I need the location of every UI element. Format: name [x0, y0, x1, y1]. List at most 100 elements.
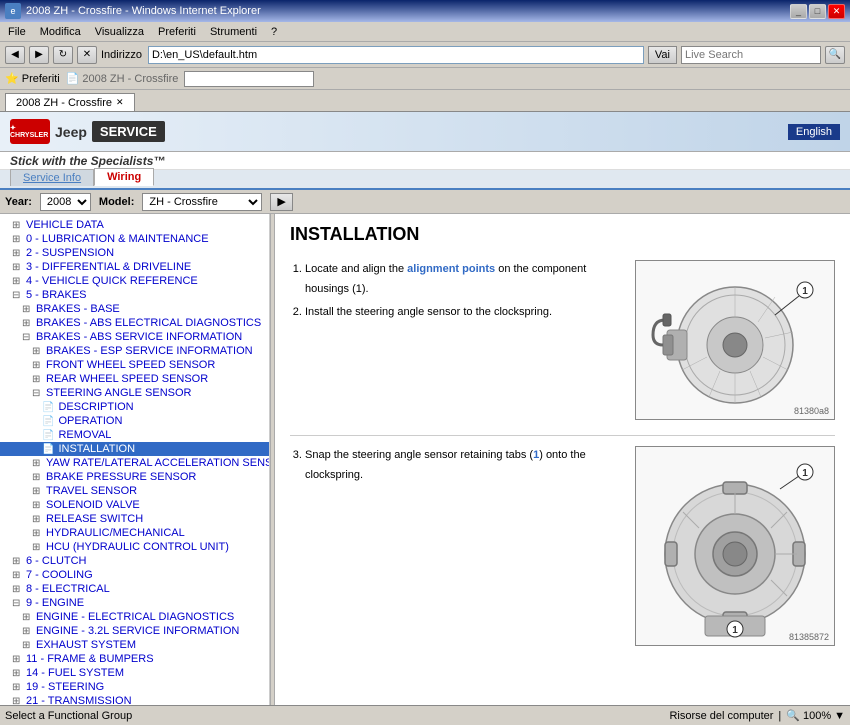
- sidebar-item-operation[interactable]: 📄 OPERATION: [0, 414, 269, 428]
- sidebar-link[interactable]: FRONT WHEEL SPEED SENSOR: [46, 359, 215, 371]
- year-select[interactable]: 2008: [40, 193, 91, 211]
- sidebar-item-description[interactable]: 📄 DESCRIPTION: [0, 400, 269, 414]
- sidebar-item-fuel[interactable]: ⊞ 14 - FUEL SYSTEM: [0, 666, 269, 680]
- sidebar-item-frame[interactable]: ⊞ 11 - FRAME & BUMPERS: [0, 652, 269, 666]
- sidebar-item-removal[interactable]: 📄 REMOVAL: [0, 428, 269, 442]
- menu-modifica[interactable]: Modifica: [37, 25, 84, 39]
- sidebar-item-engine-elec[interactable]: ⊞ ENGINE - ELECTRICAL DIAGNOSTICS: [0, 610, 269, 624]
- sidebar-link[interactable]: 3 - DIFFERENTIAL & DRIVELINE: [26, 261, 191, 273]
- menu-preferiti[interactable]: Preferiti: [155, 25, 199, 39]
- menu-strumenti[interactable]: Strumenti: [207, 25, 260, 39]
- zoom-indicator[interactable]: 🔍 100% ▼: [786, 709, 845, 722]
- sidebar-item-quick-ref[interactable]: ⊞ 4 - VEHICLE QUICK REFERENCE: [0, 274, 269, 288]
- sidebar-item-brakes-base[interactable]: ⊞ BRAKES - BASE: [0, 302, 269, 316]
- sidebar-link[interactable]: 8 - ELECTRICAL: [26, 583, 110, 595]
- sidebar-item-yaw-rate[interactable]: ⊞ YAW RATE/LATERAL ACCELERATION SENSOR: [0, 456, 269, 470]
- sidebar-item-suspension[interactable]: ⊞ 2 - SUSPENSION: [0, 246, 269, 260]
- expand-icon: ⊞: [12, 556, 22, 567]
- sidebar-link[interactable]: ENGINE - ELECTRICAL DIAGNOSTICS: [36, 611, 234, 623]
- sidebar-link[interactable]: ENGINE - 3.2L SERVICE INFORMATION: [36, 625, 239, 637]
- sidebar-link[interactable]: OPERATION: [58, 415, 122, 427]
- sidebar-link[interactable]: 6 - CLUTCH: [26, 555, 87, 567]
- sidebar-item-steering[interactable]: ⊞ 19 - STEERING: [0, 680, 269, 694]
- sidebar-link[interactable]: 4 - VEHICLE QUICK REFERENCE: [26, 275, 198, 287]
- model-select[interactable]: ZH - Crossfire: [142, 193, 262, 211]
- sidebar-item-solenoid[interactable]: ⊞ SOLENOID VALVE: [0, 498, 269, 512]
- back-button[interactable]: ◀: [5, 46, 25, 64]
- sidebar-link[interactable]: 19 - STEERING: [26, 681, 104, 693]
- search-button[interactable]: 🔍: [825, 46, 845, 64]
- sidebar-link[interactable]: BRAKE PRESSURE SENSOR: [46, 471, 196, 483]
- sidebar-link[interactable]: 5 - BRAKES: [26, 289, 87, 301]
- sidebar-item-travel-sensor[interactable]: ⊞ TRAVEL SENSOR: [0, 484, 269, 498]
- sidebar[interactable]: ⊞ VEHICLE DATA ⊞ 0 - LUBRICATION & MAINT…: [0, 214, 270, 705]
- address-input[interactable]: [148, 46, 644, 64]
- sidebar-link[interactable]: 0 - LUBRICATION & MAINTENANCE: [26, 233, 209, 245]
- sidebar-item-engine-3-2l[interactable]: ⊞ ENGINE - 3.2L SERVICE INFORMATION: [0, 624, 269, 638]
- sidebar-item-rear-wheel[interactable]: ⊞ REAR WHEEL SPEED SENSOR: [0, 372, 269, 386]
- sidebar-link[interactable]: TRAVEL SENSOR: [46, 485, 137, 497]
- search-input[interactable]: [681, 46, 821, 64]
- sidebar-link[interactable]: 7 - COOLING: [26, 569, 93, 581]
- sidebar-item-front-wheel[interactable]: ⊞ FRONT WHEEL SPEED SENSOR: [0, 358, 269, 372]
- sidebar-link[interactable]: HYDRAULIC/MECHANICAL: [46, 527, 185, 539]
- fav-link[interactable]: 📄 2008 ZH - Crossfire: [66, 72, 179, 85]
- go-button[interactable]: Vai: [648, 46, 677, 64]
- maximize-button[interactable]: □: [809, 4, 826, 19]
- sidebar-link[interactable]: 21 - TRANSMISSION: [26, 695, 132, 705]
- tab-service-info[interactable]: Service Info: [10, 169, 94, 186]
- sidebar-link[interactable]: 9 - ENGINE: [26, 597, 84, 609]
- menu-help[interactable]: ?: [268, 25, 280, 39]
- sidebar-item-exhaust[interactable]: ⊞ EXHAUST SYSTEM: [0, 638, 269, 652]
- sidebar-link[interactable]: BRAKES - ESP SERVICE INFORMATION: [46, 345, 253, 357]
- tab-wiring[interactable]: Wiring: [94, 168, 154, 186]
- sidebar-item-differential[interactable]: ⊞ 3 - DIFFERENTIAL & DRIVELINE: [0, 260, 269, 274]
- minimize-button[interactable]: _: [790, 4, 807, 19]
- sidebar-link[interactable]: REAR WHEEL SPEED SENSOR: [46, 373, 208, 385]
- sidebar-item-brakes[interactable]: ⊟ 5 - BRAKES: [0, 288, 269, 302]
- sidebar-link[interactable]: 14 - FUEL SYSTEM: [26, 667, 124, 679]
- english-button[interactable]: English: [788, 124, 840, 140]
- sidebar-link[interactable]: REMOVAL: [58, 429, 111, 441]
- sidebar-link[interactable]: BRAKES - ABS ELECTRICAL DIAGNOSTICS: [36, 317, 261, 329]
- menu-file[interactable]: File: [5, 25, 29, 39]
- tab-close-icon[interactable]: ✕: [116, 97, 124, 108]
- fav-search[interactable]: [184, 71, 314, 87]
- sidebar-link[interactable]: RELEASE SWITCH: [46, 513, 143, 525]
- sidebar-item-engine[interactable]: ⊟ 9 - ENGINE: [0, 596, 269, 610]
- sidebar-item-electrical[interactable]: ⊞ 8 - ELECTRICAL: [0, 582, 269, 596]
- forward-button[interactable]: ▶: [29, 46, 49, 64]
- sidebar-item-hydraulic[interactable]: ⊞ HYDRAULIC/MECHANICAL: [0, 526, 269, 540]
- favorites-icon[interactable]: ⭐ Preferiti: [5, 72, 60, 85]
- sidebar-link[interactable]: STEERING ANGLE SENSOR: [46, 387, 191, 399]
- sidebar-item-clutch[interactable]: ⊞ 6 - CLUTCH: [0, 554, 269, 568]
- sidebar-item-release-switch[interactable]: ⊞ RELEASE SWITCH: [0, 512, 269, 526]
- sidebar-link[interactable]: HCU (HYDRAULIC CONTROL UNIT): [46, 541, 229, 553]
- sidebar-link[interactable]: VEHICLE DATA: [26, 219, 104, 231]
- sidebar-item-brake-pressure[interactable]: ⊞ BRAKE PRESSURE SENSOR: [0, 470, 269, 484]
- sidebar-link[interactable]: BRAKES - ABS SERVICE INFORMATION: [36, 331, 242, 343]
- sidebar-link[interactable]: 2 - SUSPENSION: [26, 247, 114, 259]
- sidebar-link[interactable]: SOLENOID VALVE: [46, 499, 140, 511]
- sidebar-link[interactable]: EXHAUST SYSTEM: [36, 639, 136, 651]
- sidebar-item-installation[interactable]: 📄 INSTALLATION: [0, 442, 269, 456]
- browser-tab[interactable]: 2008 ZH - Crossfire ✕: [5, 93, 135, 111]
- sidebar-item-brakes-abs-elec[interactable]: ⊞ BRAKES - ABS ELECTRICAL DIAGNOSTICS: [0, 316, 269, 330]
- sidebar-link[interactable]: 11 - FRAME & BUMPERS: [26, 653, 154, 665]
- sidebar-item-steering-angle[interactable]: ⊟ STEERING ANGLE SENSOR: [0, 386, 269, 400]
- refresh-button[interactable]: ↻: [53, 46, 73, 64]
- model-go-button[interactable]: ▶: [270, 193, 292, 211]
- sidebar-link[interactable]: DESCRIPTION: [58, 401, 133, 413]
- sidebar-item-vehicle-data[interactable]: ⊞ VEHICLE DATA: [0, 218, 269, 232]
- sidebar-item-hcu[interactable]: ⊞ HCU (HYDRAULIC CONTROL UNIT): [0, 540, 269, 554]
- sidebar-link[interactable]: BRAKES - BASE: [36, 303, 120, 315]
- sidebar-link[interactable]: YAW RATE/LATERAL ACCELERATION SENSOR: [46, 457, 270, 469]
- stop-button[interactable]: ✕: [77, 46, 97, 64]
- sidebar-item-cooling[interactable]: ⊞ 7 - COOLING: [0, 568, 269, 582]
- close-button[interactable]: ✕: [828, 4, 845, 19]
- menu-visualizza[interactable]: Visualizza: [92, 25, 147, 39]
- sidebar-item-lubrication[interactable]: ⊞ 0 - LUBRICATION & MAINTENANCE: [0, 232, 269, 246]
- sidebar-item-brakes-abs-svc[interactable]: ⊟ BRAKES - ABS SERVICE INFORMATION: [0, 330, 269, 344]
- sidebar-item-brakes-esp[interactable]: ⊞ BRAKES - ESP SERVICE INFORMATION: [0, 344, 269, 358]
- sidebar-item-transmission[interactable]: ⊞ 21 - TRANSMISSION: [0, 694, 269, 705]
